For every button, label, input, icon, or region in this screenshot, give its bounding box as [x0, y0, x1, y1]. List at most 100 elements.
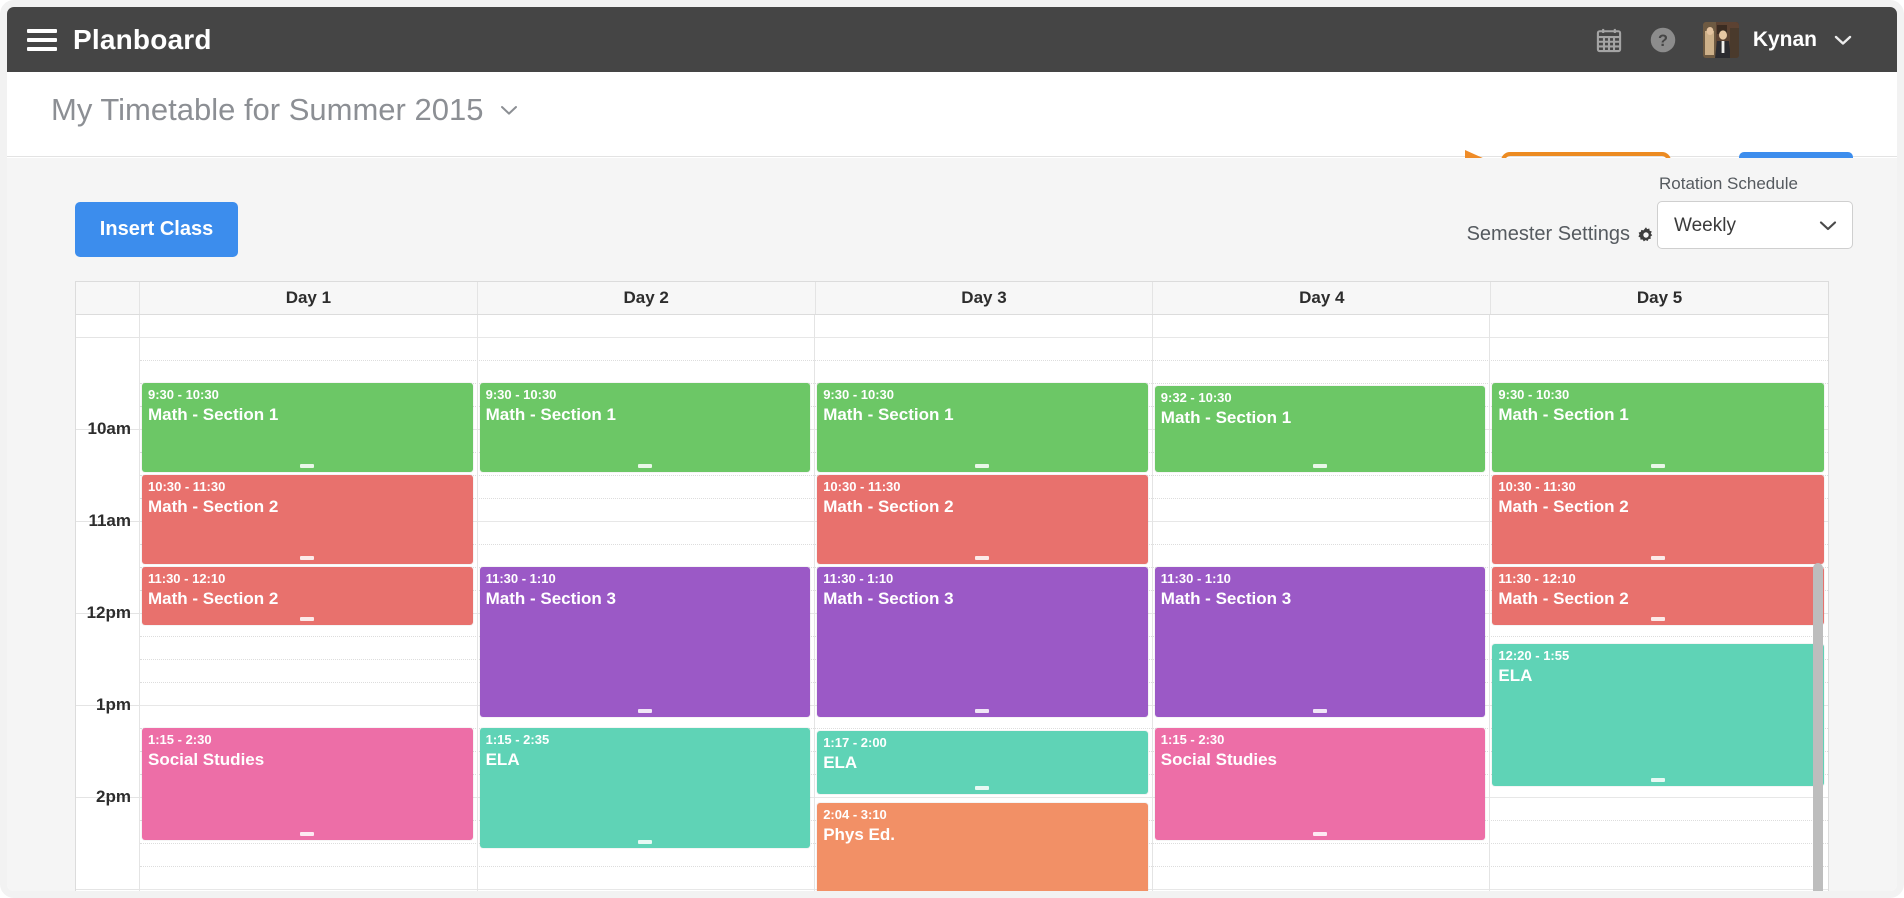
help-circle-icon[interactable]: ? [1649, 26, 1677, 54]
page-title[interactable]: My Timetable for Summer 2015 [51, 92, 518, 128]
event-title: ELA [823, 753, 858, 773]
calendar-event[interactable]: 10:30 - 11:30 Math - Section 2 [817, 475, 1148, 564]
event-title: Phys Ed. [823, 825, 895, 845]
brand-title[interactable]: Planboard [73, 24, 212, 56]
rotation-schedule-select[interactable]: Weekly [1657, 201, 1853, 249]
hamburger-bar [27, 46, 57, 51]
event-resize-handle[interactable] [975, 556, 990, 560]
day-header-3: Day 3 [816, 282, 1154, 314]
calendar-event[interactable]: 9:30 - 10:30 Math - Section 1 [1492, 383, 1824, 472]
event-time: 11:30 - 12:10 [148, 571, 226, 586]
day-header-1: Day 1 [140, 282, 478, 314]
calendar-event[interactable]: 2:04 - 3:10 Phys Ed. [817, 803, 1148, 891]
rotation-schedule-control: Rotation Schedule Weekly [1657, 174, 1853, 249]
event-resize-handle[interactable] [300, 556, 315, 560]
event-resize-handle[interactable] [300, 464, 315, 468]
event-resize-handle[interactable] [975, 709, 990, 714]
calendar-event[interactable]: 9:32 - 10:30 Math - Section 1 [1154, 386, 1486, 472]
chevron-down-icon[interactable] [1833, 34, 1853, 46]
hamburger-bar [27, 28, 57, 33]
calendar-event[interactable]: 10:30 - 11:30 Math - Section 2 [1492, 475, 1824, 564]
event-resize-handle[interactable] [637, 839, 652, 844]
calendar-event[interactable]: 10:30 - 11:30 Math - Section 2 [142, 475, 473, 564]
hamburger-bar [27, 37, 57, 42]
username-label[interactable]: Kynan [1753, 28, 1817, 52]
calendar-event[interactable]: 1:15 - 2:35 ELA [479, 728, 811, 848]
calendar-event[interactable]: 9:30 - 10:30 Math - Section 1 [142, 383, 473, 472]
event-resize-handle[interactable] [300, 832, 315, 836]
event-resize-handle[interactable] [1651, 556, 1666, 560]
event-title: ELA [485, 750, 520, 769]
event-title: Math - Section 1 [148, 405, 279, 424]
event-resize-handle[interactable] [1651, 617, 1666, 622]
event-time: 1:17 - 2:00 [823, 735, 887, 751]
event-resize-handle[interactable] [1651, 464, 1666, 468]
semester-settings-link[interactable]: Semester Settings [1467, 223, 1655, 246]
day-header-2: Day 2 [478, 282, 816, 314]
event-resize-handle[interactable] [637, 464, 652, 468]
event-title: ELA [1498, 665, 1533, 685]
calendar-scrollbar-thumb[interactable] [1813, 563, 1823, 891]
event-title: Math - Section 2 [148, 589, 279, 608]
day-column-3[interactable]: 9:30 - 10:30 Math - Section 1 10:30 - 11:3… [815, 315, 1153, 891]
gear-icon[interactable] [1637, 226, 1655, 244]
navbar-right-group: ? Kynan [1595, 7, 1897, 72]
event-time: 11:30 - 12:10 [1498, 571, 1576, 586]
event-time: 10:30 - 11:30 [148, 479, 226, 494]
event-resize-handle[interactable] [300, 617, 315, 622]
calendar-day-header-row: Day 1 Day 2 Day 3 Day 4 Day 5 [76, 282, 1828, 315]
semester-settings-label: Semester Settings [1466, 223, 1630, 245]
calendar-event[interactable]: 1:15 - 2:30 Social Studies [142, 728, 473, 840]
hamburger-menu-icon[interactable] [27, 28, 57, 51]
event-resize-handle[interactable] [637, 709, 652, 714]
calendar-event[interactable]: 11:30 - 12:10 Math - Section 2 [142, 567, 473, 626]
event-resize-handle[interactable] [1313, 832, 1328, 836]
top-navbar: Planboard ? Kynan [7, 7, 1897, 72]
calendar-event[interactable]: 11:30 - 1:10 Math - Section 3 [817, 567, 1148, 718]
calendar-event[interactable]: 1:17 - 2:00 ELA [817, 731, 1148, 794]
event-title: Math - Section 1 [1160, 408, 1292, 428]
timetable-calendar: Day 1 Day 2 Day 3 Day 4 Day 5 10am 11am 12… [75, 281, 1829, 891]
event-resize-handle[interactable] [1651, 778, 1666, 783]
day-header-4: Day 4 [1153, 282, 1492, 314]
insert-class-button[interactable]: Insert Class [75, 202, 238, 257]
event-resize-handle[interactable] [975, 464, 990, 468]
event-time: 9:30 - 10:30 [823, 387, 895, 402]
page-viewport: Planboard ? Kynan My Timetable for Summe… [7, 7, 1897, 891]
event-title: Math - Section 2 [1498, 589, 1629, 608]
calendar-event[interactable]: 1:15 - 2:30 Social Studies [1154, 728, 1486, 840]
hour-label-11am: 11am [88, 511, 131, 530]
calendar-gutter-header [76, 282, 140, 314]
avatar[interactable] [1702, 21, 1739, 58]
calendar-event[interactable]: 11:30 - 12:10 Math - Section 2 [1492, 567, 1824, 626]
calendar-event[interactable]: 9:30 - 10:30 Math - Section 1 [817, 383, 1148, 472]
day-column-4[interactable]: 9:32 - 10:30 Math - Section 1 11:30 - 1:10… [1153, 315, 1491, 891]
event-resize-handle[interactable] [1313, 463, 1328, 468]
event-time: 12:20 - 1:55 [1498, 647, 1570, 663]
event-time: 10:30 - 11:30 [1498, 479, 1576, 494]
calendar-icon[interactable] [1595, 26, 1623, 54]
day-column-5[interactable]: 9:30 - 10:30 Math - Section 1 10:30 - 11:3… [1490, 315, 1828, 891]
page-title-text: My Timetable for Summer 2015 [51, 92, 484, 127]
day-column-1[interactable]: 9:30 - 10:30 Math - Section 1 10:30 - 11:3… [140, 315, 478, 891]
chevron-down-icon[interactable] [500, 105, 518, 116]
avatar-photo [1702, 21, 1739, 58]
calendar-event[interactable]: 9:30 - 10:30 Math - Section 1 [479, 383, 811, 472]
calendar-event[interactable]: 12:20 - 1:55 ELA [1492, 643, 1824, 787]
day-column-2[interactable]: 9:30 - 10:30 Math - Section 1 11:30 - 1:10… [478, 315, 816, 891]
event-time: 1:15 - 2:30 [1160, 732, 1225, 747]
calendar-scroll-body[interactable]: 10am 11am 12pm 1pm 2pm 9:30 - 10:30 Math - Se… [76, 315, 1828, 891]
hour-label-2pm: 2pm [96, 787, 131, 806]
event-title: Math - Section 1 [485, 405, 616, 424]
event-title: Math - Section 2 [1498, 497, 1629, 516]
calendar-event[interactable]: 11:30 - 1:10 Math - Section 3 [1154, 567, 1486, 718]
calendar-day-columns: 9:30 - 10:30 Math - Section 1 10:30 - 11:3… [140, 315, 1828, 891]
event-time: 9:32 - 10:30 [1160, 390, 1232, 406]
calendar-event[interactable]: 11:30 - 1:10 Math - Section 3 [479, 567, 811, 718]
event-title: Math - Section 3 [485, 589, 616, 608]
hour-label-12pm: 12pm [86, 603, 131, 622]
page-titlebar: My Timetable for Summer 2015 [7, 72, 1897, 211]
event-resize-handle[interactable] [975, 785, 990, 790]
event-resize-handle[interactable] [1313, 709, 1328, 714]
calendar-scrollbar[interactable] [1810, 315, 1826, 891]
